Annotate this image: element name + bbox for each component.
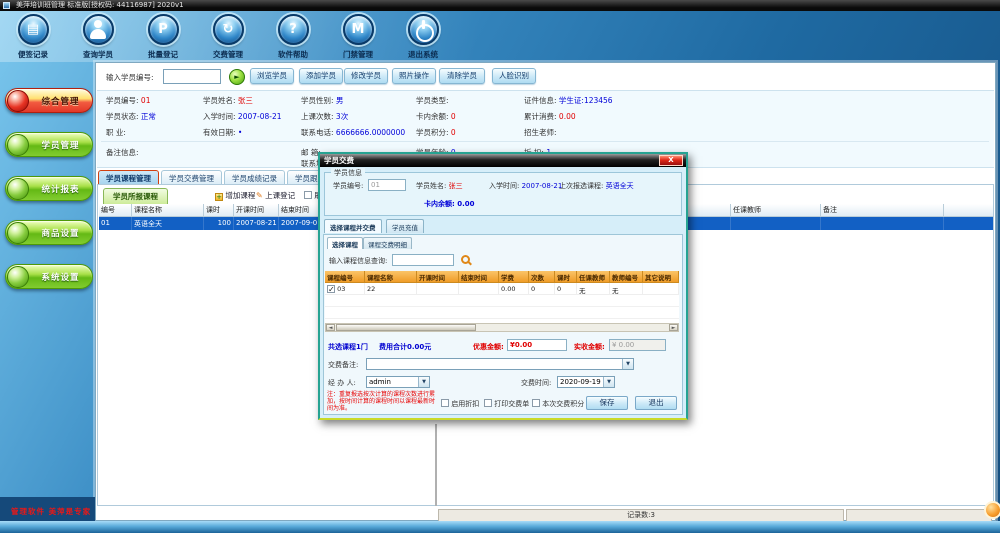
total-fee-label: 费用合计0.00元 [379, 342, 431, 352]
payment-dialog: 学员交费 X 学员信息 学员编号: 01 学员姓名: 张三 入学时间: 2007… [318, 152, 688, 420]
info-separator [101, 141, 989, 142]
toolbar-note-records[interactable]: ▤ 便签记录 [1, 14, 65, 60]
green-ball-icon [7, 266, 29, 288]
vertical-splitter[interactable] [435, 424, 437, 506]
go-button[interactable]: ► [229, 69, 245, 85]
red-ball-icon [7, 90, 29, 112]
checkbox-icon [532, 399, 540, 407]
help-icon: ? [278, 14, 309, 45]
student-id-value: 01 [141, 96, 151, 105]
corner-orange-button[interactable] [984, 501, 1000, 519]
class-signin-button[interactable]: ✎ 上课登记 [256, 190, 295, 201]
student-id-input[interactable] [163, 69, 221, 84]
dialog-close-button[interactable]: X [659, 155, 683, 166]
green-ball-icon [7, 222, 29, 244]
brand-slogan: 管理软件 美萍是专家 [11, 506, 91, 517]
dropdown-icon[interactable]: ▼ [418, 377, 429, 387]
toolbar-batch-register[interactable]: P 批量登记 [131, 14, 195, 60]
window-titlebar: 美萍培训班管理 标准版[授权码: 44116987] 2020v1 [0, 0, 1000, 11]
enable-discount-checkbox[interactable]: 启用折扣 [441, 399, 479, 409]
green-ball-icon [7, 178, 29, 200]
power-icon [408, 14, 439, 45]
note-icon: ▤ [18, 14, 49, 45]
payment-note: 注：重复报选按次计算的课程次数进行累加，按时间计算的课程时间以课程最新时间为准。 [327, 391, 439, 412]
person-icon [83, 14, 114, 45]
edit-student-button[interactable]: 修改学员 [344, 68, 388, 84]
paid-amount-input: ¥ 0.00 [609, 339, 666, 351]
tab-course-management[interactable]: 学员课程管理 [98, 170, 159, 184]
student-id-label: 输入学员编号: [106, 73, 154, 82]
payment-icon: ↻ [213, 14, 244, 45]
toolbar-payment[interactable]: ↻ 交费管理 [196, 14, 260, 60]
sidebar-item-general-management[interactable]: 综合管理 [5, 88, 93, 113]
payment-points-checkbox[interactable]: 本次交费积分 [532, 399, 584, 409]
toolbar-exit-system[interactable]: 退出系统 [391, 14, 455, 60]
dialog-title: 学员交费 [324, 156, 354, 165]
discount-amount-input[interactable]: ¥0.00 [507, 339, 567, 351]
window-bottom-strip [0, 521, 1000, 533]
operator-combo[interactable]: admin▼ [366, 376, 430, 388]
window-title: 美萍培训班管理 标准版[授权码: 44116987] 2020v1 [16, 1, 184, 9]
tab-payment-management[interactable]: 学员交费管理 [161, 170, 222, 184]
access-control-icon: M [343, 14, 374, 45]
green-ball-icon [7, 134, 29, 156]
photo-operation-button[interactable]: 照片操作 [392, 68, 436, 84]
browse-student-button[interactable]: 浏览学员 [250, 68, 294, 84]
checkbox-icon [304, 191, 312, 199]
sidebar-item-statistics-reports[interactable]: 统计报表 [5, 176, 93, 201]
sidebar-item-system-settings[interactable]: 系统设置 [5, 264, 93, 289]
add-course-icon: + [215, 193, 223, 201]
scroll-left-arrow[interactable]: ◄ [326, 324, 335, 331]
dialog-course-panel: 选择课程 课程交费明细 输入课程信息查询: 课程编号 课程名称 开课时间 结束时… [323, 234, 683, 415]
selected-count-label: 共选课程1门 [328, 342, 368, 352]
save-button[interactable]: 保存 [586, 396, 628, 410]
add-course-button[interactable]: + 增加课程 [215, 190, 255, 201]
empty-table-row [325, 307, 679, 319]
course-query-input[interactable] [392, 254, 454, 266]
inner-tab-select-course[interactable]: 选择课程 [327, 237, 363, 249]
card-balance-value: 0.00 [457, 200, 474, 208]
payment-remark-combo[interactable]: ▼ [366, 358, 634, 370]
dropdown-icon[interactable]: ▼ [622, 359, 633, 369]
scrollbar-thumb[interactable] [336, 324, 476, 331]
inner-tab-payment-detail[interactable]: 课程交费明细 [363, 237, 412, 249]
dialog-titlebar[interactable]: 学员交费 [320, 154, 686, 167]
student-name-value: 张三 [238, 96, 253, 105]
course-query-label: 输入课程信息查询: [329, 257, 387, 265]
toolbar-access-control[interactable]: M 门禁管理 [326, 14, 390, 60]
app-icon [3, 2, 10, 9]
toolbar-help[interactable]: ? 软件帮助 [261, 14, 325, 60]
dialog-tab-select-pay[interactable]: 选择课程并交费 [324, 219, 382, 233]
checkbox-icon [441, 399, 449, 407]
empty-table-row [325, 295, 679, 307]
student-info-group: 学员信息 学员编号: 01 学员姓名: 张三 入学时间: 2007-08-21 … [324, 172, 682, 216]
scroll-right-arrow[interactable]: ► [669, 324, 678, 331]
dialog-tab-recharge[interactable]: 学员充值 [386, 219, 424, 233]
toolbar-query-student[interactable]: 查询学员 [66, 14, 130, 60]
course-row-checkbox-cell[interactable]: ✓ 03 [325, 283, 365, 295]
clear-student-button[interactable]: 清除学员 [439, 68, 485, 84]
pencil-icon: ✎ [256, 191, 263, 200]
exit-button[interactable]: 退出 [635, 396, 677, 410]
dialog-student-id-input[interactable]: 01 [368, 179, 406, 191]
add-student-button[interactable]: 添加学员 [299, 68, 343, 84]
payment-date-combo[interactable]: 2020-09-19▼ [557, 376, 615, 388]
face-recognition-button[interactable]: 人脸识别 [492, 68, 536, 84]
dropdown-icon[interactable]: ▼ [603, 377, 614, 387]
print-receipt-checkbox[interactable]: 打印交费单 [484, 399, 529, 409]
subtab-enrolled-courses[interactable]: 学员所报课程 [103, 188, 168, 204]
search-icon[interactable] [461, 255, 470, 264]
sidebar-item-student-management[interactable]: 学员管理 [5, 132, 93, 157]
horizontal-scrollbar[interactable]: ◄ ► [325, 323, 679, 332]
go-icon: ► [234, 73, 239, 81]
checked-checkbox-icon: ✓ [327, 285, 335, 293]
tab-grade-records[interactable]: 学员成绩记录 [224, 170, 285, 184]
app-window: 美萍培训班管理 标准版[授权码: 44116987] 2020v1 ▤ 便签记录… [0, 0, 1000, 533]
sidebar-item-product-settings[interactable]: 商品设置 [5, 220, 93, 245]
batch-register-icon: P [148, 14, 179, 45]
dialog-course-table: 课程编号 课程名称 开课时间 结束时间 学费 次数 课时 任课教师 教师编号 其… [325, 271, 679, 295]
close-icon: X [668, 156, 673, 164]
checkbox-icon [484, 399, 492, 407]
